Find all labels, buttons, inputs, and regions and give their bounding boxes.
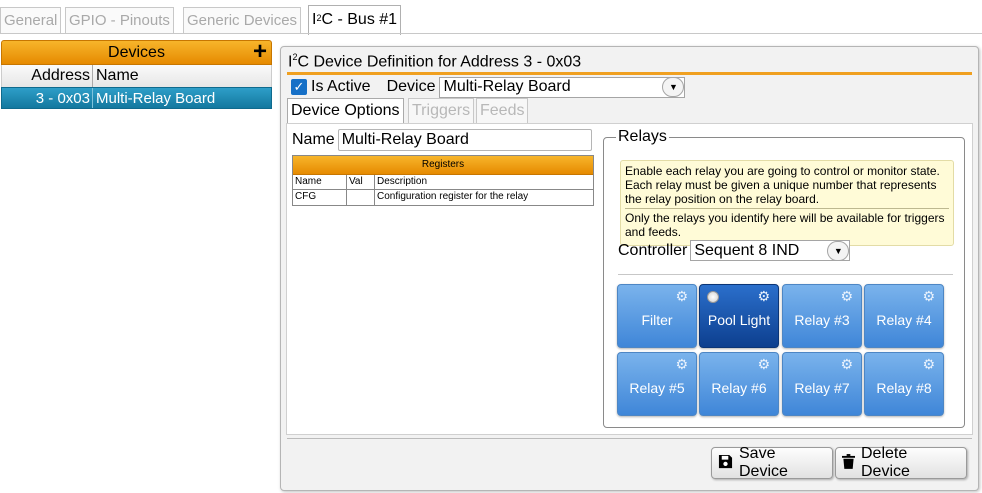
is-active-checkbox[interactable]: ✓	[291, 79, 307, 95]
gear-icon[interactable]: ⚙	[840, 288, 853, 305]
trash-icon	[842, 453, 855, 473]
relays-note-1: Enable each relay you are going to contr…	[625, 164, 940, 206]
relay-button-pool-light[interactable]: ⚙ Pool Light	[699, 284, 779, 348]
device-type-value: Multi-Relay Board	[443, 78, 571, 95]
relay-label: Pool Light	[707, 312, 771, 328]
save-device-label: Save Device	[739, 445, 788, 480]
tab-generic-devices[interactable]: Generic Devices	[183, 7, 302, 34]
relay-label: Relay #8	[876, 380, 932, 396]
registers-column-headers: Name Val Description	[293, 175, 593, 190]
device-row-address: 3 - 0x03	[2, 88, 93, 108]
name-row: Name Multi-Relay Board	[292, 129, 592, 151]
register-name: CFG	[293, 190, 347, 205]
devices-header: Devices +	[1, 39, 272, 65]
tab-generic-label: Generic Devices	[187, 12, 298, 29]
register-val	[347, 190, 375, 205]
tab-device-options-label: Device Options	[291, 102, 400, 119]
tab-i2c-bus[interactable]: I2C - Bus #1	[308, 5, 402, 35]
tab-general[interactable]: General	[0, 7, 62, 34]
device-options-content: Name Multi-Relay Board Registers Name Va…	[286, 123, 973, 435]
gear-icon[interactable]: ⚙	[922, 356, 935, 373]
gear-icon[interactable]: ⚙	[840, 356, 853, 373]
relay-button-relay-6[interactable]: ⚙ Relay #6	[699, 352, 779, 416]
column-address[interactable]: Address	[2, 65, 93, 87]
devices-column-headers: Address Name	[1, 65, 272, 87]
tab-i2c-sup: 2	[316, 13, 322, 23]
is-active-label: Is Active	[311, 78, 371, 95]
devices-panel: Devices + Address Name 3 - 0x03 Multi-Re…	[1, 39, 272, 112]
delete-device-button[interactable]: Delete Device	[835, 445, 967, 480]
gear-icon[interactable]: ⚙	[922, 288, 935, 305]
relays-fieldset: Relays Enable each relay you are going t…	[603, 128, 965, 428]
device-definition-panel: I2C Device Definition for Address 3 - 0x…	[280, 46, 979, 491]
tab-general-label: General	[4, 12, 58, 29]
register-description: Configuration register for the relay	[377, 191, 529, 202]
controller-value: Sequent 8 IND	[694, 241, 800, 259]
relay-button-relay-8[interactable]: ⚙ Relay #8	[864, 352, 944, 416]
device-type-label: Device	[386, 78, 436, 95]
device-name-input[interactable]: Multi-Relay Board	[337, 129, 592, 151]
devices-title: Devices	[108, 44, 165, 61]
relay-button-relay-3[interactable]: ⚙ Relay #3	[782, 284, 862, 348]
floppy-disk-icon	[718, 454, 733, 473]
relays-divider	[618, 274, 953, 275]
register-col-val[interactable]: Val	[347, 175, 375, 189]
controller-label: Controller	[618, 241, 688, 259]
gear-icon[interactable]: ⚙	[675, 288, 688, 305]
relay-button-relay-7[interactable]: ⚙ Relay #7	[782, 352, 862, 416]
relay-label: Relay #5	[629, 380, 685, 396]
column-name[interactable]: Name	[93, 65, 139, 87]
tab-gpio-label: GPIO - Pinouts	[69, 12, 170, 29]
actions-divider	[287, 438, 972, 439]
relay-label: Relay #4	[876, 312, 932, 328]
gear-icon[interactable]: ⚙	[757, 356, 770, 373]
definition-title: I2C Device Definition for Address 3 - 0x…	[288, 52, 581, 71]
table-row[interactable]: CFG Configuration register for the relay	[293, 190, 593, 205]
chevron-down-icon[interactable]: ▼	[827, 240, 850, 261]
note-divider	[625, 208, 949, 209]
active-device-row: ✓ Is Active Device Multi-Relay Board ▼	[291, 76, 686, 98]
relay-label: Filter	[641, 312, 673, 328]
name-label: Name	[292, 131, 335, 148]
relays-note-2: Only the relays you identify here will b…	[625, 211, 945, 239]
add-device-icon[interactable]: +	[253, 39, 267, 65]
relay-button-relay-4[interactable]: ⚙ Relay #4	[864, 284, 944, 348]
delete-device-label: Delete Device	[861, 445, 910, 480]
relay-label: Relay #3	[794, 312, 850, 328]
device-type-select[interactable]: Multi-Relay Board ▼	[439, 76, 686, 98]
register-col-name[interactable]: Name	[293, 175, 347, 189]
chevron-down-icon[interactable]: ▼	[662, 77, 685, 97]
relay-button-relay-5[interactable]: ⚙ Relay #5	[617, 352, 697, 416]
relay-button-filter[interactable]: ⚙ Filter	[617, 284, 697, 348]
gear-icon[interactable]: ⚙	[757, 288, 770, 305]
tab-feeds[interactable]: Feeds	[476, 98, 529, 124]
controller-select[interactable]: Sequent 8 IND ▼	[690, 240, 851, 261]
title-underline	[287, 72, 972, 75]
relays-help-note: Enable each relay you are going to contr…	[620, 160, 954, 246]
definition-title-suffix: C Device Definition for Address 3 - 0x03	[297, 53, 582, 71]
tab-device-options[interactable]: Device Options	[287, 98, 404, 124]
register-col-description[interactable]: Description	[375, 175, 593, 189]
tab-divider	[0, 33, 982, 34]
registers-header: Registers	[293, 156, 593, 175]
gear-icon[interactable]: ⚙	[675, 356, 688, 373]
relays-legend: Relays	[616, 128, 669, 146]
relay-status-led-icon	[707, 291, 719, 303]
tab-i2c-suffix: C - Bus #1	[321, 11, 398, 28]
device-row-name: Multi-Relay Board	[96, 90, 216, 107]
relay-label: Relay #6	[711, 380, 767, 396]
top-tab-bar: General GPIO - Pinouts Generic Devices I…	[0, 0, 982, 35]
tab-gpio-pinouts[interactable]: GPIO - Pinouts	[65, 7, 174, 34]
save-device-button[interactable]: Save Device	[711, 445, 833, 480]
registers-table: Registers Name Val Description CFG Confi…	[292, 155, 594, 206]
relay-label: Relay #7	[794, 380, 850, 396]
tab-triggers[interactable]: Triggers	[408, 98, 475, 124]
tab-triggers-label: Triggers	[412, 102, 471, 119]
tab-feeds-label: Feeds	[480, 102, 525, 119]
controller-row: Controller Sequent 8 IND ▼	[618, 240, 851, 261]
device-row[interactable]: 3 - 0x03 Multi-Relay Board	[1, 87, 272, 109]
